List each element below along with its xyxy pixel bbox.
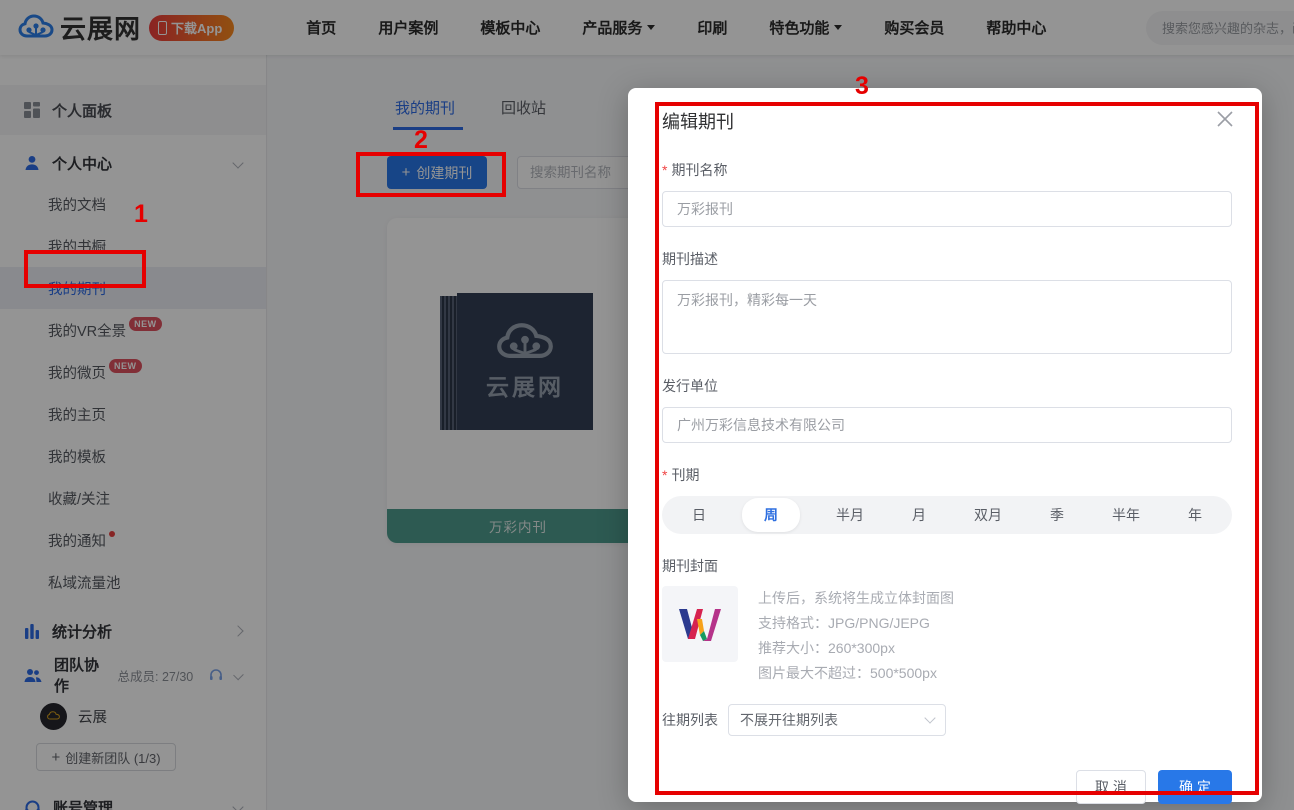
cover-label: 期刊封面 xyxy=(662,556,1232,576)
period-option-week[interactable]: 周 xyxy=(742,498,800,532)
period-label: *刊期 xyxy=(662,465,1232,485)
wancai-w-logo-icon xyxy=(677,605,723,643)
publisher-label: 发行单位 xyxy=(662,376,1232,396)
history-label: 往期列表 xyxy=(662,710,718,730)
period-segmented-control: 日 周 半月 月 双月 季 半年 年 xyxy=(662,496,1232,534)
cover-tip-line: 支持格式：JPG/PNG/JEPG xyxy=(758,611,954,636)
period-option-month[interactable]: 月 xyxy=(900,498,938,532)
required-asterisk: * xyxy=(662,162,667,178)
chevron-down-icon xyxy=(924,712,935,723)
page: 云展网 下载App 首页 用户案例 模板中心 产品服务 印刷 特色功能 购买会员… xyxy=(0,0,1294,810)
cover-tip-line: 推荐大小：260*300px xyxy=(758,636,954,661)
cancel-button[interactable]: 取 消 xyxy=(1076,770,1146,804)
history-select-value: 不展开往期列表 xyxy=(740,710,838,730)
required-asterisk: * xyxy=(662,467,667,483)
edit-journal-modal: 编辑期刊 *期刊名称 期刊描述 万彩报刊，精彩每一天 发行单位 *刊期 日 周 … xyxy=(628,88,1262,802)
cover-upload-thumb[interactable] xyxy=(662,586,738,662)
history-select[interactable]: 不展开往期列表 xyxy=(728,704,946,736)
period-option-half-year[interactable]: 半年 xyxy=(1100,498,1152,532)
cover-tip-line: 图片最大不超过：500*500px xyxy=(758,661,954,686)
journal-name-input[interactable] xyxy=(662,191,1232,227)
period-option-day[interactable]: 日 xyxy=(680,498,718,532)
journal-desc-textarea[interactable]: 万彩报刊，精彩每一天 xyxy=(662,280,1232,354)
cover-tip-line: 上传后，系统将生成立体封面图 xyxy=(758,586,954,611)
publisher-input[interactable] xyxy=(662,407,1232,443)
confirm-button[interactable]: 确 定 xyxy=(1158,770,1232,804)
modal-title: 编辑期刊 xyxy=(662,108,734,134)
cover-section: 上传后，系统将生成立体封面图 支持格式：JPG/PNG/JEPG 推荐大小：26… xyxy=(662,586,1232,686)
history-section: 往期列表 不展开往期列表 xyxy=(662,704,1232,736)
close-icon[interactable] xyxy=(1216,110,1234,128)
cover-tips: 上传后，系统将生成立体封面图 支持格式：JPG/PNG/JEPG 推荐大小：26… xyxy=(758,586,954,686)
journal-desc-label: 期刊描述 xyxy=(662,249,1232,269)
journal-name-label: *期刊名称 xyxy=(662,160,1232,180)
period-option-quarter[interactable]: 季 xyxy=(1038,498,1076,532)
period-option-half-month[interactable]: 半月 xyxy=(824,498,876,532)
period-option-year[interactable]: 年 xyxy=(1176,498,1214,532)
modal-footer: 取 消 确 定 xyxy=(662,770,1232,804)
period-option-bimonth[interactable]: 双月 xyxy=(962,498,1014,532)
